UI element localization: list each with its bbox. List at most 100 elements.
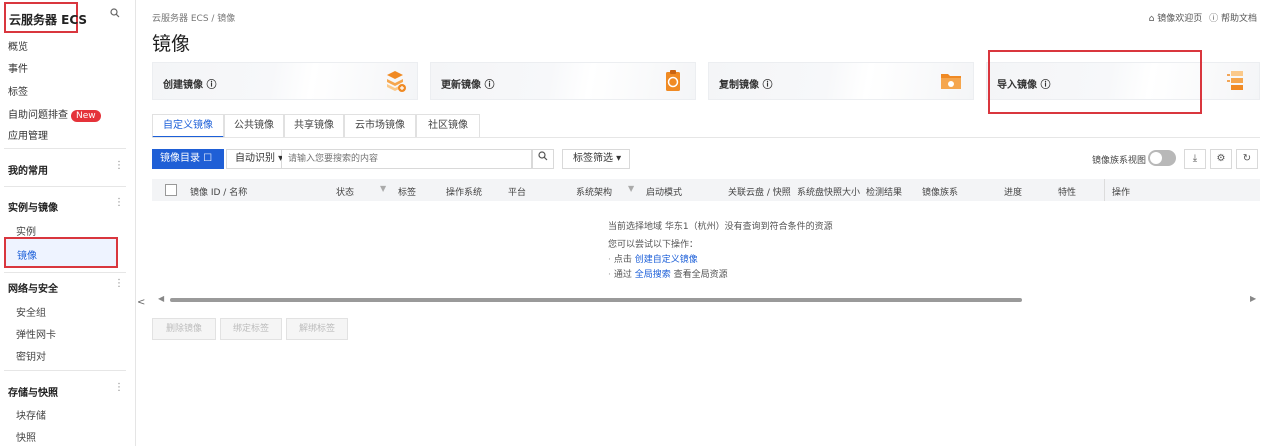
sidebar-item-snapshots[interactable]: 快照: [16, 429, 36, 444]
unbind-tags-button[interactable]: 解绑标签: [286, 318, 348, 340]
create-custom-image-link[interactable]: 创建自定义镜像: [635, 255, 698, 265]
gear-icon: ⚙: [1216, 153, 1226, 164]
col-actions: 操作: [1112, 188, 1131, 198]
top-links: ⌂ 镜像欢迎页 ⓘ 帮助文档: [1149, 11, 1257, 24]
col-snapshot-size: 系统盘快照大小: [797, 188, 861, 198]
more-icon[interactable]: ⋮: [114, 160, 124, 171]
sidebar-item-app-management[interactable]: 应用管理: [8, 127, 48, 142]
tab-community-images[interactable]: 社区镜像: [416, 114, 480, 138]
card-label: 创建镜像 ⓘ: [163, 80, 217, 91]
sidebar-item-overview[interactable]: 概览: [8, 38, 28, 53]
page-title: 镜像: [152, 33, 191, 55]
delete-image-button[interactable]: 删除镜像: [152, 318, 216, 340]
sidebar-divider: [4, 186, 126, 187]
download-icon: ⤓: [1192, 153, 1198, 164]
tag-filter-button[interactable]: 标签筛选 ▾: [562, 149, 630, 169]
search-button[interactable]: [532, 149, 554, 169]
sidebar-item-key-pairs[interactable]: 密钥对: [16, 348, 46, 363]
sidebar-group-network-security[interactable]: 网络与安全: [8, 280, 58, 295]
suggestion-prefix: 点击: [613, 255, 632, 265]
search-input[interactable]: [282, 149, 532, 169]
sidebar-divider: [4, 148, 126, 149]
breadcrumb[interactable]: 云服务器 ECS / 镜像: [152, 11, 235, 24]
empty-message: 当前选择地域 华东1（杭州）没有查询到符合条件的资源: [608, 222, 833, 232]
sidebar-item-events[interactable]: 事件: [8, 60, 28, 75]
copy-image-icon: [941, 74, 961, 89]
global-search-link[interactable]: 全局搜索: [635, 270, 671, 280]
bind-tags-button[interactable]: 绑定标签: [220, 318, 282, 340]
welcome-link[interactable]: 镜像欢迎页: [1157, 14, 1202, 24]
col-os: 操作系统: [446, 188, 483, 198]
family-view-label: 镜像族系视图: [1092, 156, 1147, 166]
col-features: 特性: [1058, 188, 1077, 198]
refresh-button[interactable]: ↻: [1236, 149, 1258, 169]
refresh-icon: ↻: [1242, 153, 1252, 164]
update-image-icon: [666, 70, 680, 91]
tab-custom-images[interactable]: 自定义镜像: [152, 114, 224, 138]
col-image-id: 镜像 ID / 名称: [190, 188, 248, 198]
search-icon: [538, 151, 548, 161]
search-icon[interactable]: [110, 8, 120, 21]
sidebar-item-block-storage[interactable]: 块存储: [16, 407, 46, 422]
image-catalog-button[interactable]: 镜像目录 ☐: [152, 149, 224, 169]
col-progress: 进度: [1004, 188, 1023, 198]
sidebar-item-instances[interactable]: 实例: [16, 223, 36, 238]
scroll-right-icon[interactable]: ▶: [1250, 294, 1256, 303]
copy-image-card[interactable]: 复制镜像 ⓘ: [708, 62, 974, 100]
sidebar-divider: [4, 370, 126, 371]
tab-shared-images[interactable]: 共享镜像: [284, 114, 344, 138]
scroll-left-icon[interactable]: ◀: [158, 294, 164, 303]
col-platform: 平台: [508, 188, 527, 198]
sidebar-item-label: 自助问题排查: [8, 110, 68, 121]
scrollbar-thumb[interactable]: [170, 298, 1022, 302]
select-all-checkbox[interactable]: [165, 184, 177, 196]
filter-icon[interactable]: ▼: [628, 184, 634, 193]
col-disk-snapshot: 关联云盘 / 快照: [728, 188, 791, 198]
help-link[interactable]: 帮助文档: [1221, 14, 1257, 24]
empty-suggestion-search: · 通过 全局搜索 查看全局资源: [608, 270, 728, 280]
filter-type-select[interactable]: 自动识别 ▾: [226, 149, 283, 169]
family-view-toggle[interactable]: [1148, 150, 1176, 166]
sidebar-item-troubleshoot[interactable]: 自助问题排查 New: [8, 106, 101, 122]
sidebar-title-highlight: 云服务器 ECS: [4, 2, 87, 33]
create-image-card[interactable]: 创建镜像 ⓘ: [152, 62, 418, 100]
create-image-icon: [387, 71, 406, 92]
sidebar-group-instances-images[interactable]: 实例与镜像: [8, 199, 58, 214]
col-tags: 标签: [398, 188, 417, 198]
home-icon: ⌂: [1148, 14, 1155, 24]
sidebar-group-storage-snapshots[interactable]: 存储与快照: [8, 384, 58, 399]
tab-marketplace-images[interactable]: 云市场镜像: [344, 114, 416, 138]
sidebar-divider: [4, 272, 126, 273]
tab-public-images[interactable]: 公共镜像: [224, 114, 284, 138]
tabs-divider: [152, 137, 1260, 138]
sidebar-item-security-groups[interactable]: 安全组: [16, 304, 46, 319]
col-image-family: 镜像族系: [922, 188, 959, 198]
import-image-icon: [1227, 71, 1243, 90]
collapse-sidebar-icon[interactable]: <: [137, 297, 145, 308]
col-check-result: 检测结果: [866, 188, 903, 198]
column-divider: [1104, 179, 1105, 201]
suggestion-suffix: 查看全局资源: [673, 270, 728, 280]
sidebar-item-label: 镜像: [17, 251, 37, 262]
suggestion-prefix: 通过: [613, 270, 632, 280]
sidebar-item-images[interactable]: 镜像: [4, 237, 118, 268]
empty-hint: 您可以尝试以下操作：: [608, 240, 699, 250]
download-button[interactable]: ⤓: [1184, 149, 1206, 169]
more-icon[interactable]: ⋮: [114, 382, 124, 393]
sidebar: 云服务器 ECS 概览 事件 标签 自助问题排查 New 应用管理 我的常用 ⋮ …: [0, 0, 136, 446]
more-icon[interactable]: ⋮: [114, 278, 124, 289]
table-header: [152, 179, 1260, 201]
sidebar-title[interactable]: 云服务器 ECS: [9, 11, 87, 28]
filter-icon[interactable]: ▼: [380, 184, 386, 193]
help-icon: ⓘ: [1209, 14, 1219, 24]
sidebar-item-tags[interactable]: 标签: [8, 83, 28, 98]
empty-suggestion-create: · 点击 创建自定义镜像: [608, 255, 698, 265]
col-boot-mode: 启动模式: [646, 188, 683, 198]
sidebar-group-favorites[interactable]: 我的常用: [8, 162, 48, 177]
more-icon[interactable]: ⋮: [114, 197, 124, 208]
sidebar-item-eni[interactable]: 弹性网卡: [16, 326, 56, 341]
col-architecture: 系统架构: [576, 188, 613, 198]
new-badge: New: [71, 110, 101, 122]
settings-button[interactable]: ⚙: [1210, 149, 1232, 169]
update-image-card[interactable]: 更新镜像 ⓘ: [430, 62, 696, 100]
